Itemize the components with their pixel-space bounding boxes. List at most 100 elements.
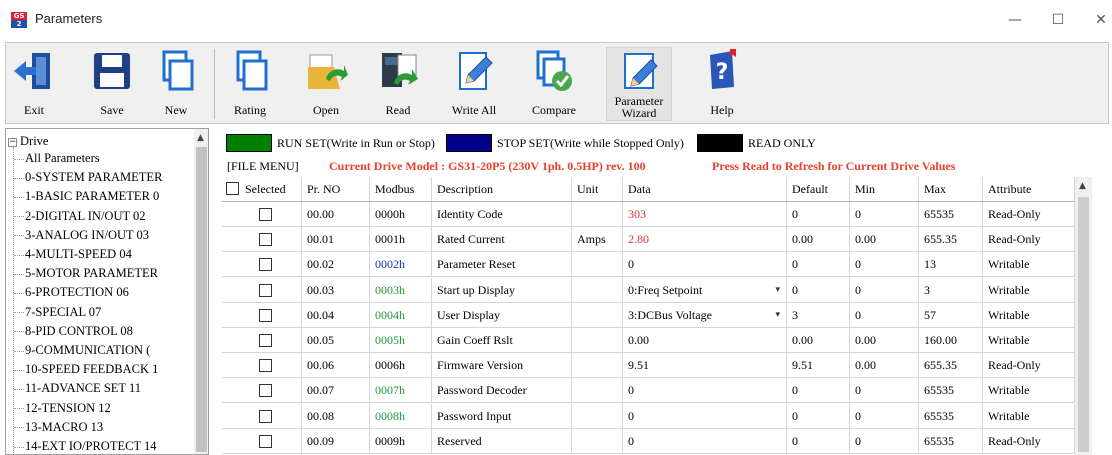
- cell-default: 9.51: [787, 353, 850, 379]
- cell-min: 0.00: [850, 227, 919, 253]
- header-max[interactable]: Max: [919, 177, 983, 201]
- cell-data-text: 2.80: [628, 232, 649, 247]
- save-button[interactable]: Save: [90, 47, 134, 121]
- cell-data[interactable]: 0: [623, 403, 787, 429]
- tree-item[interactable]: All Parameters: [14, 151, 100, 166]
- parameter-wizard-button[interactable]: Parameter Wizard: [606, 47, 672, 121]
- table-scroll-thumb[interactable]: [1078, 197, 1089, 452]
- tree-item[interactable]: 14-EXT IO/PROTECT 14: [14, 439, 156, 454]
- row-select-checkbox[interactable]: [259, 334, 272, 347]
- table-row[interactable]: 00.03 0003h Start up Display 0:Freq Setpoin…: [222, 277, 1092, 303]
- header-unit[interactable]: Unit: [572, 177, 623, 201]
- maximize-button[interactable]: ☐: [1043, 6, 1073, 34]
- dropdown-arrow-icon[interactable]: ▾: [775, 278, 780, 303]
- header-description[interactable]: Description: [432, 177, 572, 201]
- tree-scrollbar[interactable]: ▲: [194, 129, 208, 454]
- close-button[interactable]: ✕: [1086, 6, 1112, 34]
- compare-button[interactable]: Compare: [526, 47, 582, 121]
- cell-data[interactable]: 303: [623, 202, 787, 227]
- cell-min: 0: [850, 252, 919, 278]
- tree-branch-line: [14, 254, 24, 256]
- open-button[interactable]: Open: [302, 47, 350, 121]
- tree-item[interactable]: 13-MACRO 13: [14, 420, 103, 435]
- tree-item[interactable]: 0-SYSTEM PARAMETER: [14, 170, 162, 185]
- cell-data[interactable]: 3:DCBus Voltage ▾: [623, 302, 787, 328]
- table-row[interactable]: 00.06 0006h Firmware Version 9.51 9.51 0.00 65…: [222, 353, 1092, 379]
- collapse-toggle-icon[interactable]: −: [8, 138, 17, 147]
- header-pr-no[interactable]: Pr. NO: [302, 177, 370, 201]
- tree-root-label: Drive: [20, 134, 49, 148]
- tree-item[interactable]: 10-SPEED FEEDBACK 1: [14, 362, 158, 377]
- table-scrollbar[interactable]: ▲: [1075, 177, 1092, 455]
- table-row[interactable]: 00.02 0002h Parameter Reset 0 0 0 13 Writable: [222, 252, 1092, 278]
- parameter-tree[interactable]: − Drive All Parameters 0-SYSTEM PARAMETER 1…: [5, 128, 209, 455]
- drive-model-text: Current Drive Model : GS31-20P5 (230V 1p…: [329, 159, 646, 173]
- header-attribute[interactable]: Attribute: [983, 177, 1075, 201]
- tree-item[interactable]: 1-BASIC PARAMETER 0: [14, 189, 159, 204]
- table-scroll-up-arrow-icon[interactable]: ▲: [1079, 181, 1086, 191]
- table-row[interactable]: 00.01 0001h Rated Current Amps 2.80 0.00 0.00 6…: [222, 227, 1092, 253]
- cell-data-text: 0: [628, 408, 634, 423]
- row-select-checkbox[interactable]: [259, 258, 272, 272]
- cell-data[interactable]: 0: [623, 378, 787, 404]
- table-row[interactable]: 00.09 0009h Reserved 0 0 0 65535 Read-Only: [222, 428, 1092, 454]
- file-menu[interactable]: [FILE MENU]: [227, 159, 299, 174]
- tree-branch-line: [14, 312, 24, 314]
- tree-item-label: 2-DIGITAL IN/OUT 02: [25, 208, 146, 223]
- tree-item[interactable]: 11-ADVANCE SET 11: [14, 381, 141, 396]
- header-modbus[interactable]: Modbus: [370, 177, 432, 201]
- row-select-checkbox[interactable]: [259, 434, 272, 448]
- row-select-checkbox[interactable]: [259, 359, 272, 373]
- row-select-checkbox[interactable]: [259, 208, 272, 221]
- tree-item[interactable]: 8-PID CONTROL 08: [14, 324, 133, 339]
- minimize-button[interactable]: —: [1000, 6, 1030, 34]
- scroll-up-arrow-icon[interactable]: ▲: [197, 133, 204, 143]
- tree-item[interactable]: 6-PROTECTION 06: [14, 285, 129, 300]
- tree-item[interactable]: 7-SPECIAL 07: [14, 305, 101, 320]
- tree-scroll-thumb[interactable]: [196, 147, 207, 452]
- write-all-button[interactable]: Write All: [446, 47, 502, 121]
- tree-item[interactable]: 3-ANALOG IN/OUT 03: [14, 228, 149, 243]
- exit-button[interactable]: Exit: [12, 47, 56, 121]
- row-select-checkbox[interactable]: [259, 283, 272, 297]
- tree-item[interactable]: 5-MOTOR PARAMETER: [14, 266, 158, 281]
- write-pencil-icon: [459, 52, 493, 90]
- tree-item[interactable]: 9-COMMUNICATION (: [14, 343, 150, 358]
- table-row[interactable]: 00.08 0008h Password Input 0 0 0 65535 Writable: [222, 403, 1092, 429]
- tree-item[interactable]: 4-MULTI-SPEED 04: [14, 247, 132, 262]
- header-selected[interactable]: Selected: [240, 177, 302, 201]
- cell-data[interactable]: 0:Freq Setpoint ▾: [623, 277, 787, 303]
- cell-attribute: Read-Only: [983, 202, 1075, 227]
- new-button[interactable]: New: [154, 47, 198, 121]
- cell-data[interactable]: 9.51: [623, 353, 787, 379]
- cell-data[interactable]: 0: [623, 428, 787, 454]
- row-select-checkbox[interactable]: [259, 384, 272, 398]
- cell-data[interactable]: 0: [623, 252, 787, 278]
- tree-branch-line: [14, 177, 24, 179]
- read-button[interactable]: Read: [374, 47, 422, 121]
- table-row[interactable]: 00.05 0005h Gain Coeff Rslt 0.00 0.00 0.00 160…: [222, 328, 1092, 353]
- cell-pr-no: 00.04: [302, 302, 370, 328]
- row-select-checkbox[interactable]: [259, 308, 272, 322]
- row-select-checkbox[interactable]: [259, 409, 272, 423]
- rating-document-icon: [236, 50, 268, 91]
- table-row[interactable]: 00.04 0004h User Display 3:DCBus Voltage ▾ 3 0…: [222, 302, 1092, 328]
- header-default[interactable]: Default: [787, 177, 850, 201]
- rating-button[interactable]: Rating: [228, 47, 272, 121]
- cell-pr-no-text: 00.04: [307, 307, 334, 322]
- table-row[interactable]: 00.00 0000h Identity Code 303 0 0 65535 Read-On…: [222, 202, 1092, 227]
- table-row[interactable]: 00.07 0007h Password Decoder 0 0 0 65535 Writab…: [222, 378, 1092, 404]
- header-min[interactable]: Min: [850, 177, 919, 201]
- cell-data[interactable]: 2.80: [623, 227, 787, 253]
- select-all-checkbox[interactable]: [226, 182, 239, 195]
- row-select-checkbox[interactable]: [259, 233, 272, 247]
- cell-pr-no-text: 00.08: [307, 408, 334, 423]
- dropdown-arrow-icon[interactable]: ▾: [775, 303, 780, 328]
- tree-item-label: 10-SPEED FEEDBACK 1: [25, 362, 159, 377]
- tree-root-drive[interactable]: − Drive: [8, 134, 48, 149]
- help-button[interactable]: ? Help: [700, 47, 744, 121]
- header-data[interactable]: Data: [623, 177, 787, 201]
- tree-item[interactable]: 12-TENSION 12: [14, 401, 111, 416]
- cell-data[interactable]: 0.00: [623, 328, 787, 353]
- tree-item[interactable]: 2-DIGITAL IN/OUT 02: [14, 209, 146, 224]
